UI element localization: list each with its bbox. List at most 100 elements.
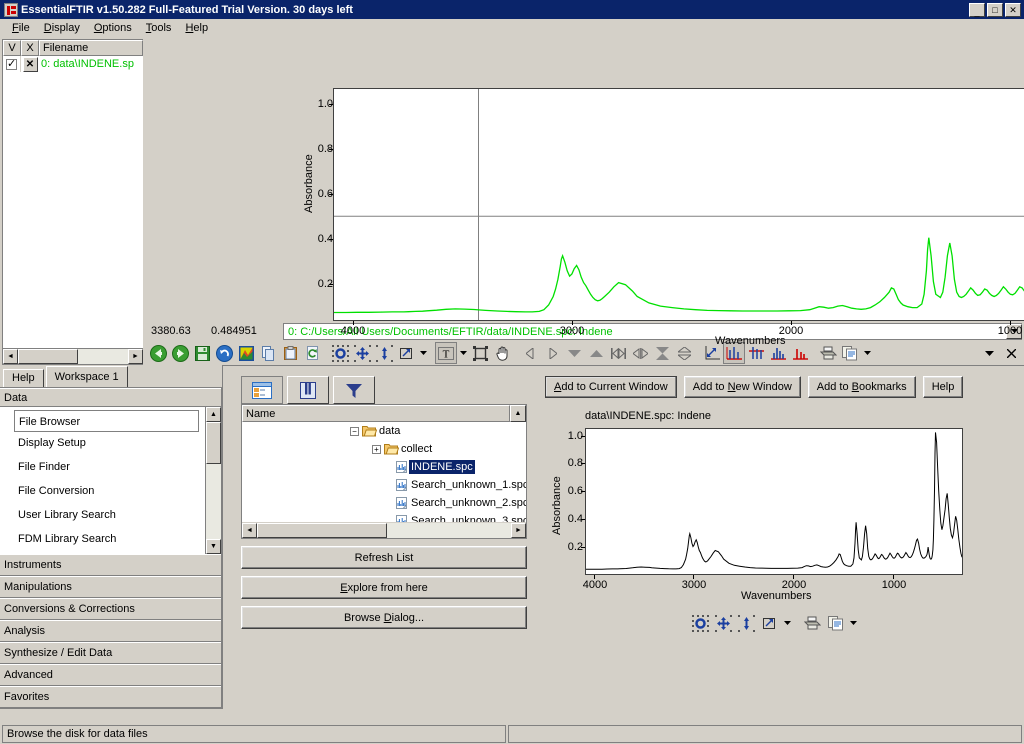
flip-h-icon[interactable]: [629, 342, 651, 364]
accordion-section-favorites[interactable]: Favorites: [0, 686, 221, 708]
up-icon[interactable]: [585, 342, 607, 364]
visible-checkbox[interactable]: [6, 57, 17, 70]
back-icon[interactable]: [147, 342, 169, 364]
remove-cell[interactable]: ✕: [21, 56, 39, 72]
tool-item-file-finder[interactable]: File Finder: [0, 456, 205, 480]
tab-workspace-1[interactable]: Workspace 1: [45, 366, 128, 387]
main-spectrum-chart[interactable]: Absorbance 1.0 0.8 0.6 0.4 0.2 4000 3000…: [145, 38, 1024, 347]
file-name-cell[interactable]: 0: data\INDENE.sp: [39, 58, 143, 70]
tree-node[interactable]: Search_unknown_3.spc: [242, 512, 526, 522]
add-to-current-window-button[interactable]: Add to Current Window: [545, 376, 677, 398]
add-to-new-window-button[interactable]: Add to New Window: [683, 376, 801, 398]
accordion-section-analysis[interactable]: Analysis: [0, 620, 221, 642]
hscroll-thumb[interactable]: [257, 523, 387, 538]
updown-icon[interactable]: [673, 342, 695, 364]
bookmarks-tab[interactable]: [287, 376, 329, 404]
maximize-button[interactable]: □: [987, 2, 1003, 17]
scroll-left-icon[interactable]: ◄: [242, 523, 257, 538]
hand-icon[interactable]: [491, 342, 513, 364]
scroll-down-icon[interactable]: ▼: [206, 539, 221, 554]
file-tree-tab[interactable]: [241, 376, 283, 404]
tool-item-display-setup[interactable]: Display Setup: [0, 432, 205, 456]
paste-icon[interactable]: [279, 342, 301, 364]
accordion-section-instruments[interactable]: Instruments: [0, 554, 221, 576]
color-chart-icon[interactable]: [235, 342, 257, 364]
explore-from-here-button[interactable]: Explore from here: [241, 576, 527, 599]
menu-options[interactable]: Options: [87, 20, 139, 36]
visible-checkbox-cell[interactable]: [3, 56, 21, 72]
pan-icon[interactable]: [713, 612, 735, 634]
column-filename[interactable]: Filename: [39, 40, 143, 56]
expand-icon[interactable]: [395, 342, 417, 364]
tree-node[interactable]: Search_unknown_1.spc: [242, 476, 526, 494]
accordion-section-conversions[interactable]: Conversions & Corrections: [0, 598, 221, 620]
vscroll-thumb[interactable]: [206, 422, 221, 464]
column-close[interactable]: X: [21, 40, 39, 56]
refresh-icon[interactable]: [301, 342, 323, 364]
scroll-left-icon[interactable]: ◄: [3, 349, 18, 364]
copy-dropdown-icon[interactable]: [848, 612, 860, 634]
preview-plot-box[interactable]: [585, 428, 963, 575]
save-icon[interactable]: [191, 342, 213, 364]
hscroll-track[interactable]: [18, 349, 128, 364]
accordion-header-data[interactable]: Data: [0, 388, 221, 407]
table-row[interactable]: ✕ 0: data\INDENE.sp: [3, 56, 143, 72]
scroll-right-icon[interactable]: ►: [511, 523, 526, 538]
menu-tools[interactable]: Tools: [139, 20, 179, 36]
tree-node[interactable]: Search_unknown_2.spc: [242, 494, 526, 512]
next-icon[interactable]: [541, 342, 563, 364]
y-scale-icon[interactable]: [736, 612, 758, 634]
crop-icon[interactable]: [469, 342, 491, 364]
column-visible[interactable]: V: [3, 40, 21, 56]
tool-item-user-library-search[interactable]: User Library Search: [0, 504, 205, 528]
spectrum-selector-combo[interactable]: 0: C:/Users/All Users/Documents/EFTIR/da…: [283, 322, 1022, 340]
fit-width-icon[interactable]: [607, 342, 629, 364]
main-plot-box[interactable]: [333, 88, 1024, 321]
menu-file[interactable]: File: [5, 20, 37, 36]
tool-item-file-browser[interactable]: File Browser: [14, 410, 199, 432]
forward-icon[interactable]: [169, 342, 191, 364]
tree-node[interactable]: + collect: [242, 440, 526, 458]
tool-item-file-conversion[interactable]: File Conversion: [0, 480, 205, 504]
prev-icon[interactable]: [519, 342, 541, 364]
copy-icon[interactable]: [257, 342, 279, 364]
refresh-list-button[interactable]: Refresh List: [241, 546, 527, 569]
vscroll-track[interactable]: [206, 422, 221, 539]
tool-item-fdm-library-search[interactable]: FDM Library Search: [0, 528, 205, 552]
tree-node[interactable]: − data: [242, 422, 526, 440]
spectrum-selector-value[interactable]: 0: C:/Users/All Users/Documents/EFTIR/da…: [284, 323, 1006, 339]
tab-help[interactable]: Help: [3, 369, 44, 387]
hscroll-thumb[interactable]: [18, 349, 78, 364]
menu-help[interactable]: Help: [178, 20, 215, 36]
overflow-icon[interactable]: [978, 342, 1000, 364]
down-icon[interactable]: [563, 342, 585, 364]
accordion-section-synthesize[interactable]: Synthesize / Edit Data: [0, 642, 221, 664]
print-icon[interactable]: [817, 342, 839, 364]
tree-expander-icon[interactable]: +: [372, 444, 381, 454]
print-icon[interactable]: [802, 612, 824, 634]
scroll-up-icon[interactable]: ▲: [206, 407, 221, 422]
file-list-hscrollbar[interactable]: ◄ ►: [2, 349, 143, 365]
tool-list-scrollbar[interactable]: ▲ ▼: [205, 407, 221, 554]
copy-image-icon[interactable]: [825, 612, 847, 634]
accordion-section-advanced[interactable]: Advanced: [0, 664, 221, 686]
zoom-box-icon[interactable]: [329, 342, 351, 364]
minimize-button[interactable]: _: [969, 2, 985, 17]
scroll-up-icon[interactable]: ▲: [510, 405, 526, 422]
text-dropdown-icon[interactable]: [457, 342, 469, 364]
preview-help-button[interactable]: Help: [922, 376, 964, 398]
remove-spectrum-button[interactable]: ✕: [22, 56, 38, 72]
zoom-box-icon[interactable]: [690, 612, 712, 634]
tree-node[interactable]: INDENE.spc: [242, 458, 526, 476]
expand-icon[interactable]: [759, 612, 781, 634]
add-to-bookmarks-button[interactable]: Add to Bookmarks: [807, 376, 916, 398]
text-tool-icon[interactable]: T: [435, 342, 457, 364]
hscroll-track[interactable]: [257, 523, 511, 538]
undo-icon[interactable]: [213, 342, 235, 364]
y-scale-icon[interactable]: [373, 342, 395, 364]
accordion-section-manipulations[interactable]: Manipulations: [0, 576, 221, 598]
hourglass-icon[interactable]: [651, 342, 673, 364]
expand-dropdown-icon[interactable]: [782, 612, 794, 634]
copy-dropdown-icon[interactable]: [861, 342, 873, 364]
tree-expander-icon[interactable]: −: [350, 426, 359, 436]
